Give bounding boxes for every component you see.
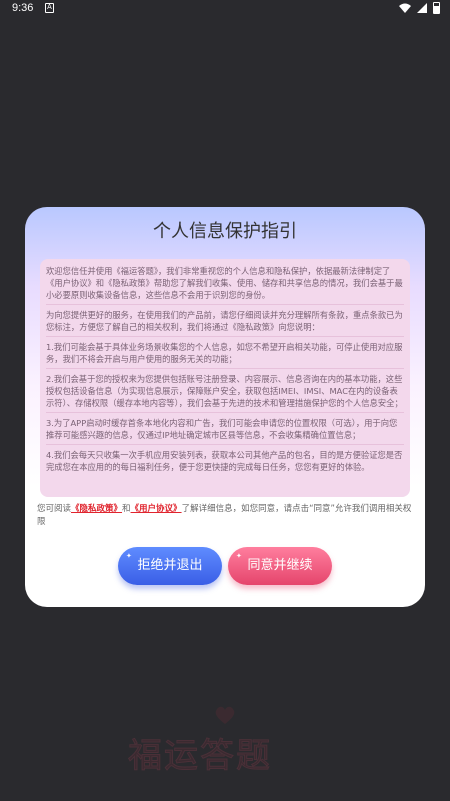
privacy-dialog: 个人信息保护指引 欢迎您信任并使用《福运答题》，我们非常重视您的个人信息和隐私保…	[25, 207, 425, 607]
signal-icon	[417, 3, 427, 13]
dialog-title: 个人信息保护指引	[153, 221, 297, 242]
divider	[46, 304, 404, 305]
divider	[46, 368, 404, 369]
policy-paragraph: 1.我们可能会基于具体业务场景收集您的个人信息，如您不希望开启相关功能，可停止使…	[46, 342, 403, 364]
agree-button-label: 同意并继续	[247, 558, 313, 573]
consent-and: 和	[122, 504, 131, 514]
status-icons	[399, 2, 440, 14]
divider	[46, 444, 404, 445]
privacy-policy-link[interactable]: 《隐私政策》	[71, 504, 122, 514]
user-agreement-link[interactable]: 《用户协议》	[131, 504, 182, 514]
policy-paragraph: 欢迎您信任并使用《福运答题》，我们非常重视您的个人信息和隐私保护，依据最新法律制…	[46, 266, 403, 300]
divider	[46, 336, 404, 337]
reject-button-label: 拒绝并退出	[137, 558, 203, 573]
policy-paragraph: 3.为了APP启动时缓存首条本地化内容和广告，我们可能会申请您的位置权限（可选）…	[46, 418, 398, 440]
background-logo-text: 福运答题	[128, 736, 272, 777]
notification-icon: A	[45, 3, 54, 13]
wifi-icon	[399, 3, 411, 13]
policy-content-scroll[interactable]: 欢迎您信任并使用《福运答题》，我们非常重视您的个人信息和隐私保护，依据最新法律制…	[40, 259, 410, 497]
policy-paragraph: 为向您提供更好的服务，在使用我们的产品前，请您仔细阅读并充分理解所有条款，重点条…	[46, 310, 403, 332]
agree-and-continue-button[interactable]: ✦ 同意并继续	[228, 547, 332, 585]
sparkle-icon: ✦	[126, 552, 132, 560]
policy-paragraph: 2.我们会基于您的授权来为您提供包括账号注册登录、内容展示、信息咨询在内的基本功…	[46, 374, 403, 408]
reject-and-exit-button[interactable]: ✦ 拒绝并退出	[118, 547, 222, 585]
sparkle-icon: ✦	[236, 552, 242, 560]
status-time: 9:36	[12, 2, 34, 14]
consent-prefix: 您可阅读	[37, 504, 72, 514]
divider	[46, 412, 404, 413]
battery-icon	[433, 2, 440, 14]
policy-paragraph: 4.我们会每天只收集一次手机应用安装列表，获取本公司其他产品的包名，目的是方便验…	[46, 450, 403, 472]
heart-icon	[215, 706, 235, 724]
status-bar: 9:36 A	[0, 0, 450, 18]
consent-text: 您可阅读《隐私政策》和《用户协议》了解详细信息，如您同意，请点击“同意”允许我们…	[37, 503, 417, 529]
